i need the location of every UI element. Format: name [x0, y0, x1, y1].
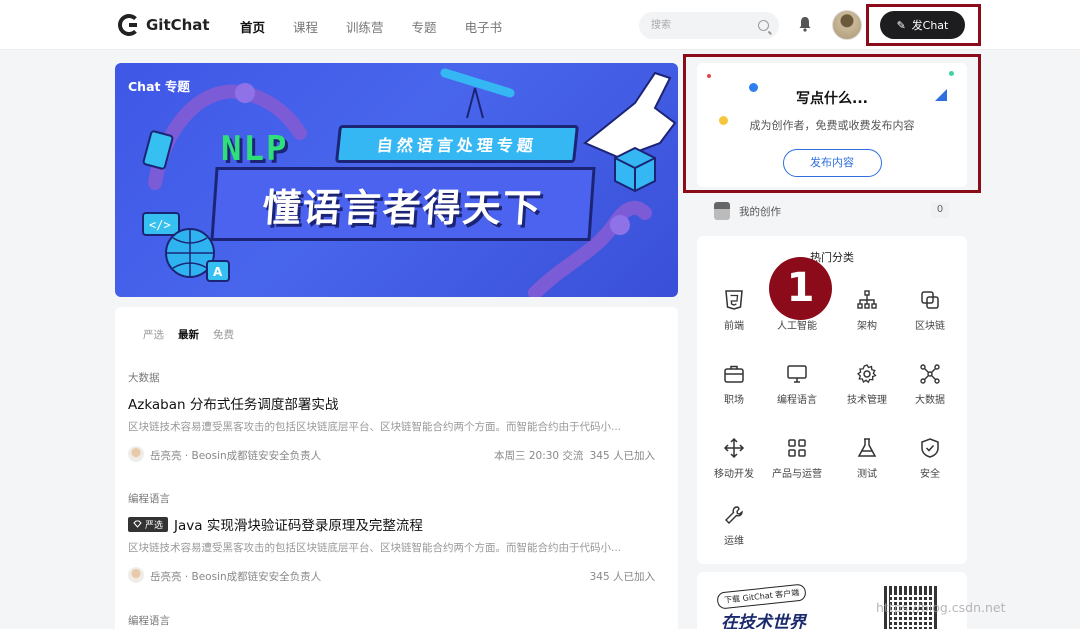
hot-categories: 热门分类 前端 人工智能 架构 区块链 职场 编程语言 技术管理 大数据 移动开…: [697, 236, 967, 564]
article-title-text: Azkaban 分布式任务调度部署实战: [128, 397, 339, 413]
category-label: 安全: [920, 469, 940, 480]
article-description: 区块链技术容易遭受黑客攻击的包括区块链底层平台、区块链智能合约两个方面。而智能合…: [128, 421, 622, 433]
article-title[interactable]: 严选 Java 实现滑块验证码登录原理及完整流程: [128, 514, 668, 534]
move-icon: [723, 437, 745, 459]
join-count: 345 人已加入: [589, 571, 655, 583]
search-input[interactable]: [651, 18, 751, 33]
feed-tabs: 严选 最新 免费: [143, 327, 248, 342]
user-avatar[interactable]: [832, 10, 862, 40]
category-label: 前端: [724, 321, 744, 332]
annotation-marker: 1: [769, 257, 832, 320]
search-icon[interactable]: [758, 20, 769, 31]
author-name[interactable]: 岳亮亮 · Beosin成都链安安全负责人: [150, 569, 321, 584]
html5-icon: [725, 290, 743, 310]
logo-text: GitChat: [146, 16, 210, 34]
category-label: 职场: [724, 395, 744, 406]
event-time: 本周三 20:30 交流: [494, 450, 584, 462]
category-label: 架构: [857, 321, 877, 332]
article-description: 区块链技术容易遭受黑客攻击的包括区块链底层平台、区块链智能合约两个方面。而智能合…: [128, 542, 622, 554]
my-creations-label: 我的创作: [739, 206, 781, 218]
category-testing[interactable]: 测试: [834, 437, 900, 487]
article-category[interactable]: 编程语言: [128, 491, 668, 506]
nav-item-courses[interactable]: 课程: [293, 17, 318, 36]
search-box: [639, 12, 779, 39]
category-label: 产品与运营: [772, 469, 822, 480]
article-category[interactable]: 大数据: [128, 370, 668, 385]
categories-title: 热门分类: [810, 251, 854, 264]
category-label: 区块链: [915, 321, 945, 332]
category-label: 运维: [724, 536, 744, 547]
gitchat-logo-icon: [118, 14, 140, 36]
flask-icon: [857, 438, 877, 457]
article-feed: 严选 最新 免费 大数据 Azkaban 分布式任务调度部署实战 区块链技术容易…: [115, 307, 678, 629]
tab-latest[interactable]: 最新: [178, 327, 199, 342]
join-count: 345 人已加入: [589, 450, 655, 462]
category-blockchain[interactable]: 区块链: [897, 289, 963, 339]
nav-item-topics[interactable]: 专题: [412, 17, 437, 36]
bell-icon[interactable]: [798, 16, 812, 32]
svg-text:</>: </>: [149, 218, 171, 232]
tab-featured[interactable]: 严选: [143, 327, 164, 342]
category-tech-management[interactable]: 技术管理: [834, 363, 900, 413]
my-creations-row[interactable]: 我的创作 0: [697, 195, 967, 229]
monitor-icon: [787, 365, 807, 383]
category-ops[interactable]: 运维: [701, 504, 767, 554]
category-programming[interactable]: 编程语言: [764, 363, 830, 413]
creator-avatar-icon: [714, 202, 730, 220]
briefcase-icon: [724, 365, 744, 383]
category-mobile[interactable]: 移动开发: [701, 437, 767, 487]
shield-icon: [921, 438, 939, 458]
watermark: https://blog.csdn.net: [876, 600, 1006, 615]
featured-badge-label: 严选: [145, 520, 164, 531]
nav-item-ebooks[interactable]: 电子书: [465, 17, 503, 36]
nav-item-home[interactable]: 首页: [240, 17, 265, 36]
article-meta: 岳亮亮 · Beosin成都链安安全负责人 345 人已加入: [128, 567, 668, 583]
category-label: 技术管理: [847, 395, 887, 406]
category-career[interactable]: 职场: [701, 363, 767, 413]
list-item[interactable]: 大数据 Azkaban 分布式任务调度部署实战 区块链技术容易遭受黑客攻击的包括…: [128, 370, 668, 462]
category-label: 编程语言: [777, 395, 817, 406]
list-item[interactable]: 编程语言: [128, 613, 668, 628]
blockchain-icon: [921, 291, 939, 309]
author-avatar[interactable]: [128, 567, 144, 583]
author-avatar[interactable]: [128, 446, 144, 462]
highlight-box-publish-card: [683, 54, 981, 193]
svg-text:A: A: [213, 265, 223, 279]
my-creations-count: 0: [931, 202, 949, 218]
network-icon: [920, 364, 940, 384]
highlight-box-publish-chat: [866, 4, 981, 46]
featured-badge: 严选: [128, 516, 169, 532]
list-item[interactable]: 编程语言 严选 Java 实现滑块验证码登录原理及完整流程 区块链技术容易遭受黑…: [128, 491, 668, 583]
nav-item-bootcamp[interactable]: 训练营: [346, 17, 384, 36]
author-name[interactable]: 岳亮亮 · Beosin成都链安安全负责人: [150, 448, 321, 463]
tab-free[interactable]: 免费: [213, 327, 234, 342]
category-bigdata[interactable]: 大数据: [897, 363, 963, 413]
banner-nlp-text: NLP: [221, 129, 289, 169]
architecture-icon: [857, 290, 877, 309]
banner-title: 懂语言者得天下: [210, 167, 596, 241]
banner-subtitle: 自然语言处理专题: [335, 125, 579, 163]
gear-icon: [856, 364, 877, 384]
category-label: 测试: [857, 469, 877, 480]
banner-tag: Chat 专题: [128, 79, 190, 94]
download-title: 在技术世界: [721, 613, 806, 629]
article-category[interactable]: 编程语言: [128, 613, 668, 628]
grid-icon: [788, 439, 806, 457]
category-product-ops[interactable]: 产品与运营: [764, 437, 830, 487]
category-label: 移动开发: [714, 469, 754, 480]
main-nav: 首页 课程 训练营 专题 电子书: [240, 17, 530, 36]
gitchat-logo[interactable]: GitChat: [118, 14, 210, 36]
wrench-icon: [725, 506, 743, 524]
topic-banner[interactable]: </> A Chat 专题 懂语言者得天下 NLP 自然语言处理专题: [115, 63, 678, 297]
category-label: 大数据: [915, 395, 945, 406]
category-security[interactable]: 安全: [897, 437, 963, 487]
category-architecture[interactable]: 架构: [834, 289, 900, 339]
download-tag: 下载 GitChat 客户端: [716, 583, 807, 610]
article-title-text: Java 实现滑块验证码登录原理及完整流程: [174, 518, 423, 534]
diamond-icon: [133, 520, 142, 528]
article-title[interactable]: Azkaban 分布式任务调度部署实战: [128, 393, 668, 413]
article-meta: 岳亮亮 · Beosin成都链安安全负责人 本周三 20:30 交流 345 人…: [128, 446, 668, 462]
category-frontend[interactable]: 前端: [701, 289, 767, 339]
